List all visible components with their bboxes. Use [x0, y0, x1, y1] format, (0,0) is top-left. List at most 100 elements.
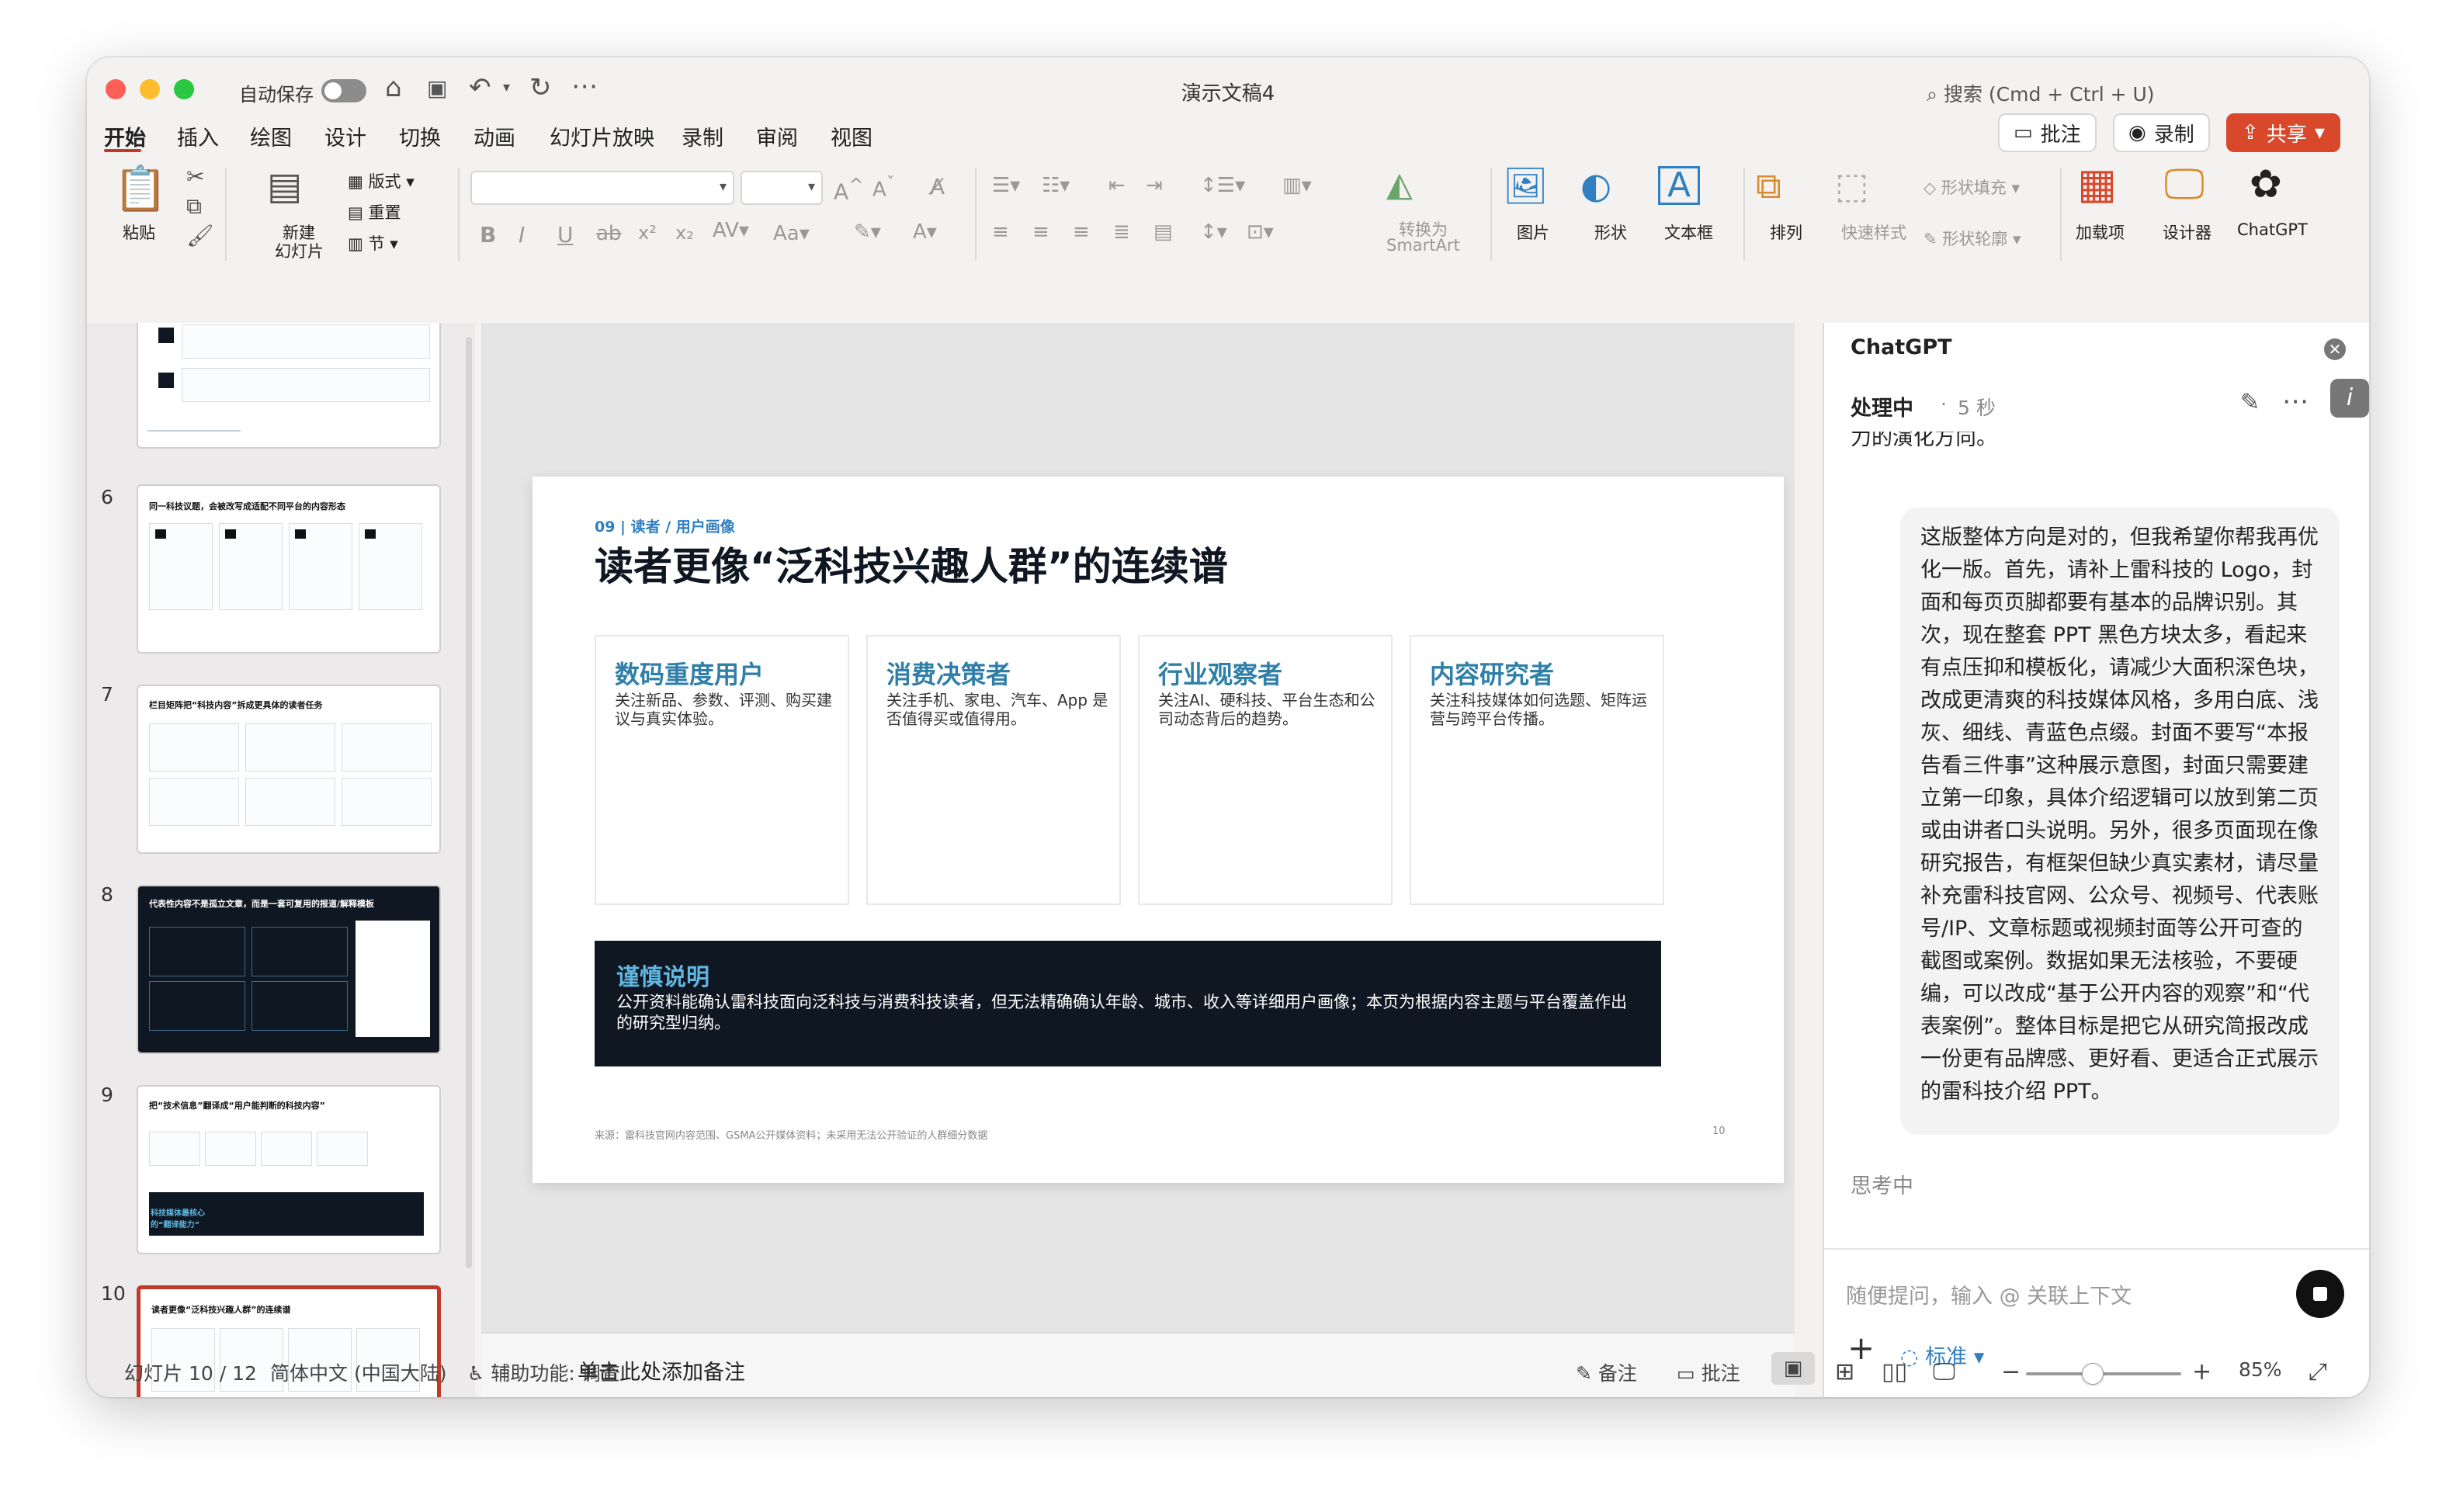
thumbnail-slide-6[interactable]: 同一科技议题，会被改写成适配不同平台的内容形态	[137, 484, 441, 654]
chatgpt-label: ChatGPT	[2237, 220, 2308, 239]
thumbnail-slide-7[interactable]: 栏目矩阵把“科技内容”拆成更具体的读者任务	[137, 685, 441, 854]
cut-icon[interactable]: ✂	[186, 166, 204, 188]
new-slide-icon[interactable]: ▤	[267, 168, 302, 205]
change-case-icon[interactable]: Aa▾	[773, 222, 810, 245]
tab-record[interactable]: 录制	[682, 121, 723, 151]
smartart-icon[interactable]: ◭	[1386, 168, 1413, 202]
reset-button[interactable]: ▤ 重置	[348, 200, 401, 224]
tab-draw[interactable]: 绘图	[250, 121, 292, 151]
tab-animations[interactable]: 动画	[474, 121, 515, 151]
slideshow-icon[interactable]: 🖵	[1933, 1358, 1955, 1385]
text-direction-icon[interactable]: ↕▾	[1200, 220, 1227, 244]
font-size-select[interactable]: ▾	[741, 171, 823, 205]
tab-design[interactable]: 设计	[324, 121, 366, 151]
decrease-indent-icon[interactable]: ⇤	[1108, 174, 1126, 197]
clear-format-icon[interactable]: A̸	[930, 174, 945, 199]
numbering-icon[interactable]: ☷▾	[1042, 174, 1070, 197]
fit-to-window-icon[interactable]: ⤢	[2309, 1358, 2327, 1385]
chevron-down-icon: ▾	[719, 179, 727, 195]
search-box[interactable]: ⌕ 搜索 (Cmd + Ctrl + U)	[1927, 79, 2155, 107]
info-button[interactable]: i	[2330, 379, 2369, 418]
line-spacing-icon[interactable]: ↕☰▾	[1200, 174, 1245, 197]
decrease-font-icon[interactable]: Aˇ	[872, 174, 895, 202]
font-name-select[interactable]: ▾	[470, 171, 734, 205]
increase-indent-icon[interactable]: ⇥	[1146, 174, 1163, 197]
thumbnail-slide-9[interactable]: 把“技术信息”翻译成“用户能判断的科技内容” 科技媒体最核心的“翻译能力”	[137, 1085, 441, 1254]
copy-icon[interactable]: ⧉	[186, 196, 202, 217]
subscript-icon[interactable]: x₂	[675, 222, 694, 244]
underline-icon[interactable]: U	[557, 222, 574, 248]
zoom-out-icon[interactable]: −	[2001, 1358, 2021, 1385]
arrange-icon[interactable]: ⧉	[1756, 168, 1781, 203]
slide-title[interactable]: 读者更像“泛科技兴趣人群”的连续谱	[595, 536, 1228, 591]
bold-icon[interactable]: B	[480, 222, 496, 248]
shape-outline-button[interactable]: ✎ 形状轮廓 ▾	[1924, 227, 2021, 250]
increase-font-icon[interactable]: A^	[834, 174, 864, 204]
current-slide[interactable]: 09 | 读者 / 用户画像 读者更像“泛科技兴趣人群”的连续谱 数码重度用户关…	[532, 477, 1784, 1183]
textbox-icon[interactable]: A	[1658, 166, 1700, 205]
format-painter-icon[interactable]: 🖌	[186, 225, 214, 247]
persona-card[interactable]: 行业观察者 关注AI、硬科技、平台生态和公司动态背后的趋势。	[1138, 635, 1393, 905]
tab-review[interactable]: 审阅	[756, 121, 798, 151]
thumbnail-slide-8[interactable]: 代表性内容不是孤立文章，而是一套可复用的报道/解释模板	[137, 885, 441, 1054]
align-right-icon[interactable]: ≡	[1073, 220, 1090, 244]
accessibility-icon: ♿	[467, 1362, 491, 1385]
stop-generation-button[interactable]	[2296, 1270, 2344, 1318]
strikethrough-icon[interactable]: ab	[596, 222, 621, 245]
paste-icon[interactable]: 📋	[113, 168, 168, 211]
quick-styles-icon[interactable]: ⬚	[1835, 168, 1868, 203]
columns-icon[interactable]: ▥▾	[1282, 174, 1312, 197]
persona-card[interactable]: 内容研究者 关注科技媒体如何选题、矩阵运营与跨平台传播。	[1410, 635, 1664, 905]
persona-card[interactable]: 数码重度用户 关注新品、参数、评测、购买建议与真实体验。	[595, 635, 849, 905]
zoom-level[interactable]: 85%	[2239, 1358, 2282, 1381]
shape-icon[interactable]: ◐	[1580, 168, 1611, 203]
slide-sorter-icon[interactable]: ⊞	[1835, 1358, 1854, 1385]
zoom-slider[interactable]	[2026, 1372, 2181, 1375]
record-button[interactable]: ◉ 录制	[2113, 113, 2210, 152]
edit-icon[interactable]: ✎	[2240, 391, 2260, 414]
comments-toggle[interactable]: ▭ 批注	[1677, 1358, 1740, 1386]
addins-icon[interactable]: ▦	[2077, 163, 2117, 205]
align-left-icon[interactable]: ≡	[992, 220, 1009, 244]
normal-view-button[interactable]: ▣	[1771, 1352, 1815, 1385]
more-icon[interactable]: ⋯	[2282, 388, 2309, 414]
chat-input[interactable]: 随便提问，输入 @ 关联上下文	[1846, 1271, 2343, 1313]
zoom-slider-thumb[interactable]	[2082, 1363, 2104, 1385]
thumbnail-number: 10	[101, 1282, 126, 1305]
align-text-icon[interactable]: ⊡▾	[1247, 220, 1274, 244]
persona-card[interactable]: 消费决策者 关注手机、家电、汽车、App 是否值得买或值得用。	[866, 635, 1121, 905]
status-separator: ·	[1941, 393, 1947, 415]
chatgpt-icon[interactable]: ✿	[2250, 165, 2282, 203]
language-indicator[interactable]: 简体中文 (中国大陆)	[270, 1358, 446, 1386]
justify-icon[interactable]: ≣	[1113, 220, 1130, 244]
font-color-icon[interactable]: A▾	[913, 220, 937, 244]
notes-toggle[interactable]: ✎ 备注	[1576, 1358, 1637, 1386]
thumbnail-scrollbar[interactable]	[466, 337, 472, 1268]
accessibility-button[interactable]: ♿ 辅助功能: 调查	[467, 1358, 620, 1386]
highlight-icon[interactable]: ✎▾	[854, 220, 881, 244]
card-title: 内容研究者	[1430, 660, 1555, 689]
picture-icon[interactable]: 🖼	[1503, 168, 1548, 203]
tab-insert[interactable]: 插入	[177, 121, 219, 151]
section-button[interactable]: ▥ 节 ▾	[348, 231, 398, 255]
bullets-icon[interactable]: ☰▾	[992, 174, 1020, 197]
tab-transitions[interactable]: 切换	[399, 121, 441, 151]
tab-view[interactable]: 视图	[831, 121, 872, 151]
designer-icon[interactable]: 🖵	[2164, 163, 2205, 205]
character-spacing-icon[interactable]: AV▾	[713, 219, 749, 242]
thumbnail-slide-5[interactable]	[137, 323, 441, 449]
caution-note-box[interactable]: 谨慎说明 公开资料能确认雷科技面向泛科技与消费科技读者，但无法精确确认年龄、城市…	[595, 941, 1661, 1066]
layout-button[interactable]: ▦ 版式 ▾	[348, 169, 415, 192]
distributed-icon[interactable]: ▤	[1153, 220, 1173, 244]
close-panel-button[interactable]: ✕	[2324, 338, 2346, 360]
superscript-icon[interactable]: x²	[638, 222, 657, 244]
tab-slideshow[interactable]: 幻灯片放映	[550, 121, 654, 151]
comments-button[interactable]: ▭ 批注	[1998, 113, 2097, 152]
shape-fill-button[interactable]: ◇ 形状填充 ▾	[1924, 175, 2020, 199]
reading-view-icon[interactable]: ▯▯	[1882, 1358, 1907, 1385]
italic-icon[interactable]: I	[519, 222, 525, 248]
zoom-in-icon[interactable]: +	[2192, 1358, 2211, 1385]
align-center-icon[interactable]: ≡	[1032, 220, 1049, 244]
share-button[interactable]: ⇪ 共享 ▾	[2226, 113, 2340, 152]
tab-home[interactable]: 开始	[104, 121, 146, 151]
